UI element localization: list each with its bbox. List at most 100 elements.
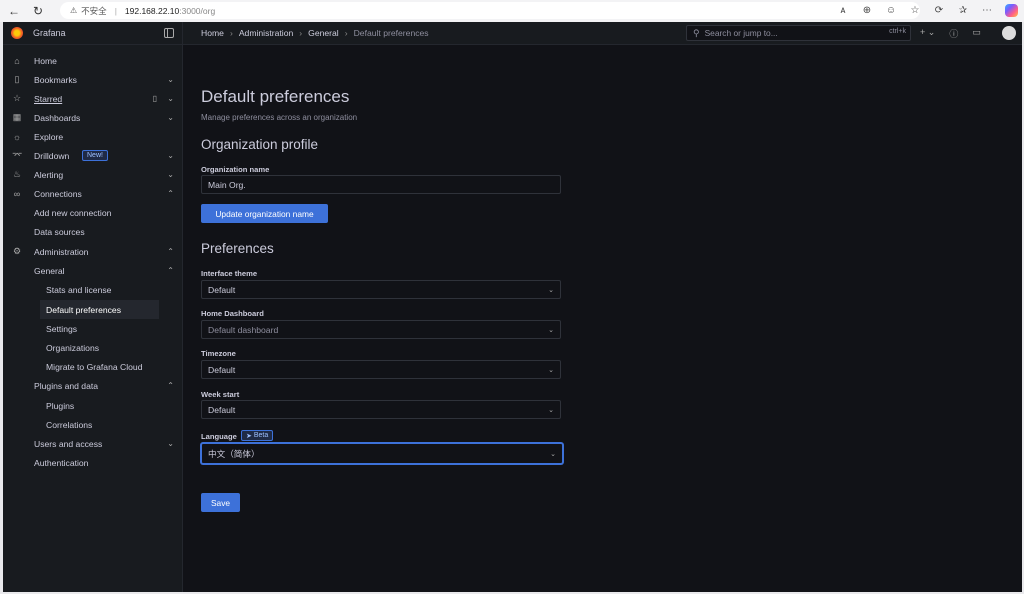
sidebar-item-plugins[interactable]: Plugins (3, 396, 183, 415)
compass-icon: ☼ (12, 131, 22, 142)
sidebar-item-administration[interactable]: ⚙ Administration ⌃ (3, 242, 183, 261)
sidebar-item-stats-and-license[interactable]: Stats and license (3, 280, 183, 299)
avatar[interactable] (1002, 26, 1016, 40)
kiosk-mode-icon[interactable]: ▭ (972, 27, 981, 40)
sidebar-item-alerting[interactable]: ♨ Alerting ⌄ (3, 165, 183, 184)
sidebar-item-add-new-connection[interactable]: Add new connection (3, 203, 183, 222)
read-aloud-icon[interactable]: ᴀ (836, 3, 850, 17)
theme-value: Default (208, 284, 236, 295)
sidebar-item-starred[interactable]: ☆ Starred ▯ ⌄ (3, 89, 183, 108)
chevron-down-icon: ⌄ (548, 366, 554, 374)
sidebar: Grafana ⌂ Home ▯ Bookmarks ⌄ ☆ Starred ▯… (3, 22, 183, 592)
chevron-down-icon: ⌄ (548, 286, 554, 294)
chevron-up-icon[interactable]: ⌃ (167, 247, 174, 256)
extension-icon[interactable]: ☺ (884, 3, 898, 17)
translate-icon[interactable]: ⊕ (860, 3, 874, 17)
sidebar-header: Grafana (3, 22, 182, 45)
more-icon[interactable]: ⋯ (980, 3, 994, 17)
sidebar-item-correlations[interactable]: Correlations (3, 415, 183, 434)
warning-icon: ⚠ (70, 6, 78, 15)
url-separator: | (114, 5, 117, 16)
apps-icon: ▦ (12, 112, 22, 122)
bookmark-page-icon[interactable]: ▯ (153, 94, 157, 103)
chevron-down-icon[interactable]: ⌄ (167, 75, 174, 84)
search-icon: ⚲ (693, 27, 700, 38)
microphone-icon: ⌤ (12, 150, 23, 160)
chevron-down-icon[interactable]: ⌄ (167, 170, 174, 179)
sidebar-item-organizations[interactable]: Organizations (3, 338, 183, 357)
preferences-heading: Preferences (201, 241, 274, 256)
sidebar-item-default-preferences[interactable]: Default preferences (40, 300, 159, 319)
chevron-down-icon: ⌄ (550, 450, 556, 458)
breadcrumb-general[interactable]: General (308, 28, 339, 38)
language-value: 中文（简体） (208, 448, 260, 459)
browser-toolbar: ← ↻ ⚠ 不安全 | 192.168.22.10 :3000/org ᴀ ⊕ … (0, 0, 1024, 22)
chevron-up-icon[interactable]: ⌃ (167, 266, 174, 275)
sidebar-item-settings[interactable]: Settings (3, 319, 183, 338)
browser-actions: ᴀ ⊕ ☺ ☆ ⟳ ✰ ⋯ (836, 3, 1018, 17)
breadcrumb-administration[interactable]: Administration (239, 28, 293, 38)
sidebar-item-bookmarks[interactable]: ▯ Bookmarks ⌄ (3, 70, 183, 89)
address-bar[interactable]: ⚠ 不安全 | 192.168.22.10 :3000/org (60, 2, 920, 19)
chevron-up-icon[interactable]: ⌃ (167, 381, 174, 390)
main-content: Default preferences Manage preferences a… (183, 45, 1022, 592)
breadcrumb-separator-icon: › (229, 28, 233, 38)
sidebar-item-dashboards[interactable]: ▦ Dashboards ⌄ (3, 108, 183, 127)
org-profile-heading: Organization profile (201, 137, 319, 152)
topbar-actions: + ⌄ ⓘ ▭ (920, 27, 981, 40)
url-path: :3000/org (179, 5, 216, 16)
breadcrumb-separator-icon: › (299, 28, 303, 38)
dock-menu-icon[interactable] (164, 28, 174, 38)
reload-icon[interactable]: ↻ (28, 1, 48, 21)
favorites-bar-icon[interactable]: ✰ (956, 3, 970, 17)
page-subtitle: Manage preferences across an organizatio… (201, 113, 358, 122)
breadcrumb-separator-icon: › (344, 28, 348, 38)
sidebar-item-connections[interactable]: ∞ Connections ⌃ (3, 184, 183, 203)
sidebar-item-general[interactable]: General ⌃ (3, 261, 183, 280)
beta-badge: ➤ Beta (241, 430, 274, 441)
chevron-down-icon[interactable]: ⌄ (167, 113, 174, 122)
timezone-select[interactable]: Default ⌄ (201, 360, 561, 379)
sidebar-item-migrate-to-grafana-cloud[interactable]: Migrate to Grafana Cloud (3, 357, 183, 376)
breadcrumb-current: Default preferences (353, 28, 429, 38)
save-button[interactable]: Save (201, 493, 240, 512)
back-icon[interactable]: ← (4, 1, 24, 21)
bookmark-icon: ▯ (14, 74, 20, 84)
refresh-page-icon[interactable]: ⟳ (932, 3, 946, 17)
sidebar-item-plugins-and-data[interactable]: Plugins and data ⌃ (3, 376, 183, 395)
org-name-input[interactable]: Main Org. (201, 175, 561, 194)
link-icon: ∞ (13, 188, 21, 199)
search-input[interactable]: ⚲ Search or jump to... ctrl+k (686, 25, 911, 41)
breadcrumb-home[interactable]: Home (201, 28, 224, 38)
grafana-app: Grafana ⌂ Home ▯ Bookmarks ⌄ ☆ Starred ▯… (3, 22, 1022, 592)
sidebar-item-data-sources[interactable]: Data sources (3, 222, 183, 241)
search-placeholder: Search or jump to... (704, 28, 778, 38)
gear-icon: ⚙ (12, 246, 22, 256)
theme-select[interactable]: Default ⌄ (201, 280, 561, 299)
home-dashboard-select[interactable]: Default dashboard ⌄ (201, 320, 561, 339)
grafana-logo-icon[interactable] (11, 27, 23, 39)
chevron-down-icon[interactable]: ⌄ (167, 439, 174, 448)
url-host: 192.168.22.10 (124, 5, 180, 16)
help-icon[interactable]: ⓘ (949, 27, 958, 40)
sidebar-item-users-and-access[interactable]: Users and access ⌄ (3, 434, 183, 453)
sidebar-item-explore[interactable]: ☼ Explore (3, 127, 183, 146)
chevron-down-icon[interactable]: ⌄ (167, 151, 174, 160)
update-org-name-button[interactable]: Update organization name (201, 204, 328, 223)
copilot-icon[interactable] (1004, 3, 1018, 17)
sidebar-item-drilldown[interactable]: ⌤ Drilldown New! ⌄ (3, 146, 183, 165)
chevron-up-icon[interactable]: ⌃ (167, 189, 174, 198)
language-select[interactable]: 中文（简体） ⌄ (201, 443, 563, 464)
add-new-icon[interactable]: + ⌄ (920, 27, 935, 40)
week-start-select[interactable]: Default ⌄ (201, 400, 561, 419)
sidebar-item-home[interactable]: ⌂ Home (3, 51, 183, 70)
rocket-icon: ➤ (246, 432, 254, 440)
sidebar-item-authentication[interactable]: Authentication (3, 453, 183, 472)
week-start-label: Week start (201, 390, 240, 399)
keyboard-shortcut: ctrl+k (889, 28, 906, 35)
favorite-icon[interactable]: ☆ (908, 3, 922, 17)
theme-label: Interface theme (201, 269, 258, 278)
page-title: Default preferences (201, 87, 350, 106)
timezone-value: Default (208, 364, 236, 375)
chevron-down-icon[interactable]: ⌄ (167, 94, 174, 103)
